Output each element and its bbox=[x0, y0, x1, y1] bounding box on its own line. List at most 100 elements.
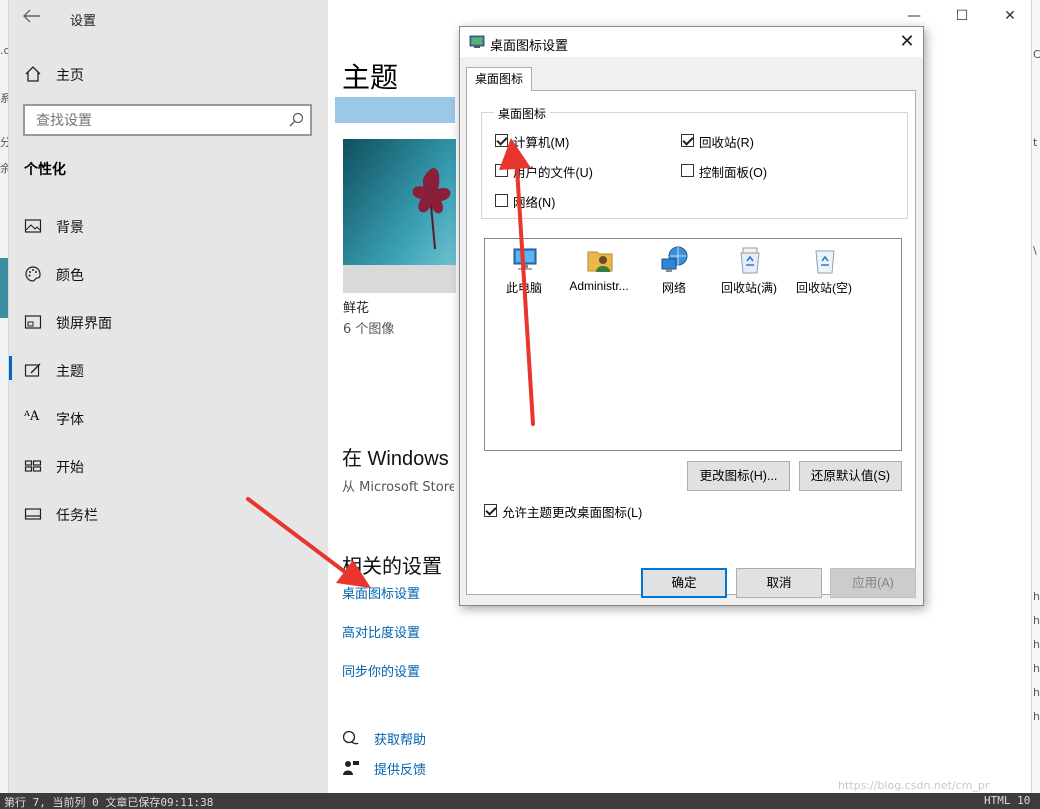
font-icon: ᴬA bbox=[24, 409, 40, 424]
checkbox-label: 允许主题更改桌面图标(L) bbox=[502, 506, 643, 520]
nav-home-label: 主页 bbox=[56, 68, 84, 84]
sidebar-item-fonts[interactable]: ᴬA 字体 bbox=[9, 400, 328, 436]
tab-desktop-icons[interactable]: 桌面图标 bbox=[466, 67, 532, 91]
edge-text: 余 bbox=[0, 160, 8, 176]
computer-checkbox[interactable]: 计算机(M) bbox=[495, 132, 645, 150]
checkbox-label: 网络(N) bbox=[513, 196, 556, 210]
sidebar-item-colors[interactable]: 颜色 bbox=[9, 256, 328, 292]
checkbox-box[interactable] bbox=[495, 194, 508, 207]
edge-text: h bbox=[1033, 590, 1040, 603]
edge-text: 系 bbox=[0, 90, 8, 106]
edge-text: .c bbox=[0, 44, 9, 57]
checkbox-label: 用户的文件(U) bbox=[513, 166, 593, 180]
background-window-left-edge: .c 系 分 余 bbox=[0, 0, 9, 809]
status-left-text: 第行 7, 当前列 0 文章已保存09:11:38 bbox=[4, 796, 214, 809]
maximize-button[interactable]: ☐ bbox=[952, 6, 972, 26]
feedback-person-icon bbox=[342, 759, 360, 777]
status-right-text: HTML 10 bbox=[984, 794, 1031, 807]
dialog-close-icon[interactable]: ✕ bbox=[896, 31, 918, 53]
theme-banner bbox=[335, 97, 455, 123]
checkbox-box[interactable] bbox=[484, 504, 497, 517]
desktop-icon-settings-dialog: 桌面图标设置 ✕ 桌面图标 桌面图标 计算机(M) 回收站(R) 用户的文件(U… bbox=[459, 26, 924, 606]
search-input[interactable] bbox=[36, 111, 276, 129]
icon-item-network[interactable]: 网络 bbox=[638, 245, 710, 301]
dialog-titlebar[interactable]: 桌面图标设置 ✕ bbox=[460, 27, 923, 57]
search-icon[interactable] bbox=[288, 112, 304, 128]
icon-label: 网络 bbox=[661, 281, 686, 295]
icon-item-user-folder[interactable]: Administr... bbox=[563, 245, 635, 301]
icon-label: 回收站(满) bbox=[721, 281, 777, 295]
palette-icon bbox=[24, 265, 42, 283]
checkbox-box[interactable] bbox=[495, 134, 508, 147]
icon-item-recycle-bin-full[interactable]: 回收站(满) bbox=[713, 245, 785, 301]
section-title: 个性化 bbox=[24, 162, 66, 178]
feedback-link[interactable]: 提供反馈 bbox=[342, 757, 542, 779]
minimize-button[interactable]: — bbox=[904, 6, 924, 26]
ok-button[interactable]: 确定 bbox=[641, 568, 727, 598]
recycle-bin-checkbox[interactable]: 回收站(R) bbox=[681, 132, 831, 150]
high-contrast-settings-link[interactable]: 高对比度设置 bbox=[342, 622, 420, 641]
taskbar-icon bbox=[24, 505, 42, 523]
sidebar-item-start[interactable]: 开始 bbox=[9, 448, 328, 484]
network-icon bbox=[660, 245, 690, 275]
sidebar-item-themes[interactable]: 主题 bbox=[9, 352, 328, 388]
background-window-right-edge: C t \ h h h h h h bbox=[1031, 0, 1040, 809]
network-checkbox[interactable]: 网络(N) bbox=[495, 192, 645, 210]
sidebar-item-lock-screen[interactable]: 锁屏界面 bbox=[9, 304, 328, 340]
cancel-button[interactable]: 取消 bbox=[736, 568, 822, 598]
control-panel-checkbox[interactable]: 控制面板(O) bbox=[681, 162, 831, 180]
checkbox-box[interactable] bbox=[681, 134, 694, 147]
dialog-title: 桌面图标设置 bbox=[490, 38, 569, 53]
close-button[interactable]: ✕ bbox=[1000, 6, 1020, 26]
sidebar-item-label: 字体 bbox=[56, 412, 84, 428]
store-heading: 在 Windows bbox=[342, 448, 449, 470]
watermark-text: https://blog.csdn.net/cm_pr bbox=[838, 779, 990, 792]
related-settings-heading: 相关的设置 bbox=[342, 556, 442, 578]
sidebar-item-background[interactable]: 背景 bbox=[9, 208, 328, 244]
search-box[interactable] bbox=[23, 104, 312, 136]
icon-item-this-pc[interactable]: 此电脑 bbox=[488, 245, 560, 301]
sidebar-item-label: 背景 bbox=[56, 220, 84, 236]
group-label: 桌面图标 bbox=[494, 105, 551, 122]
desktop-settings-icon bbox=[469, 34, 485, 50]
theme-icon bbox=[24, 361, 42, 379]
theme-preview-image[interactable] bbox=[343, 139, 456, 293]
desktop-icon-settings-link[interactable]: 桌面图标设置 bbox=[342, 583, 420, 602]
restore-default-button[interactable]: 还原默认值(S) bbox=[799, 461, 902, 491]
sidebar-item-label: 开始 bbox=[56, 460, 84, 476]
icon-label: 回收站(空) bbox=[796, 281, 852, 295]
edge-text: 分 bbox=[0, 134, 8, 150]
back-arrow-icon[interactable] bbox=[23, 8, 43, 26]
icon-item-recycle-bin-empty[interactable]: 回收站(空) bbox=[788, 245, 860, 301]
icon-list[interactable]: 此电脑 Administr... 网络 回收站(满) 回收站(空) bbox=[484, 238, 902, 451]
app-title: 设置 bbox=[70, 14, 97, 29]
edge-image bbox=[0, 258, 8, 318]
store-subtitle: 从 Microsoft Store bbox=[342, 480, 454, 495]
edge-text: h bbox=[1033, 662, 1040, 675]
apply-button[interactable]: 应用(A) bbox=[830, 568, 916, 598]
user-folder-icon bbox=[585, 245, 615, 275]
sidebar-item-label: 任务栏 bbox=[56, 508, 98, 524]
nav-home[interactable]: 主页 bbox=[23, 64, 313, 86]
chat-help-icon bbox=[342, 729, 360, 747]
sidebar-item-label: 颜色 bbox=[56, 268, 84, 284]
icon-label: 此电脑 bbox=[505, 281, 542, 295]
sync-settings-link[interactable]: 同步你的设置 bbox=[342, 661, 420, 680]
recycle-bin-empty-icon bbox=[810, 245, 840, 275]
sidebar-item-taskbar[interactable]: 任务栏 bbox=[9, 496, 328, 532]
sidebar-item-label: 锁屏界面 bbox=[56, 316, 112, 332]
checkbox-box[interactable] bbox=[681, 164, 694, 177]
user-files-checkbox[interactable]: 用户的文件(U) bbox=[495, 162, 645, 180]
edge-text: h bbox=[1033, 710, 1040, 723]
checkbox-label: 回收站(R) bbox=[699, 136, 754, 150]
computer-icon bbox=[510, 245, 540, 275]
page-title: 主题 bbox=[342, 62, 399, 93]
change-icon-button[interactable]: 更改图标(H)... bbox=[687, 461, 790, 491]
background-status-bar: 第行 7, 当前列 0 文章已保存09:11:38 HTML 10 bbox=[0, 793, 1040, 809]
edge-text: h bbox=[1033, 686, 1040, 699]
checkbox-box[interactable] bbox=[495, 164, 508, 177]
theme-image-count: 6 个图像 bbox=[343, 322, 395, 337]
edge-text: \ bbox=[1033, 244, 1037, 257]
allow-themes-checkbox[interactable]: 允许主题更改桌面图标(L) bbox=[484, 502, 734, 520]
get-help-link[interactable]: 获取帮助 bbox=[342, 727, 542, 749]
